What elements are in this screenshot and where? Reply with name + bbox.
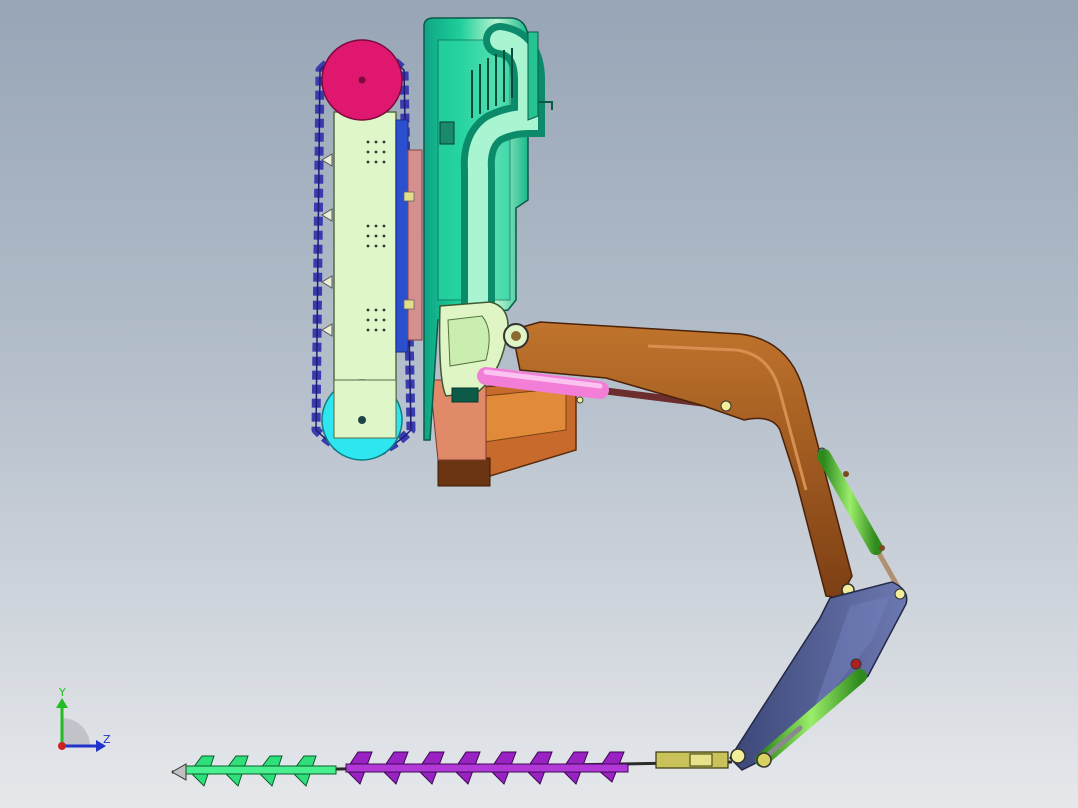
manufacturer-badge-icon <box>439 121 455 145</box>
orientation-triad: Y Z <box>56 686 111 752</box>
cad-viewport[interactable]: Y Z <box>0 0 1078 808</box>
auger-drill <box>170 751 733 787</box>
triad-z-label: Z <box>103 733 111 746</box>
auger-flight-front <box>185 755 337 787</box>
boom <box>503 321 855 599</box>
auger-flight-rear <box>345 751 629 785</box>
track-side-rail <box>395 119 409 353</box>
stick-arm <box>729 581 908 771</box>
model-canvas: Y Z <box>56 17 908 787</box>
track-rollers <box>321 153 333 337</box>
triad-y-label: Y <box>58 686 66 699</box>
auger-tip <box>170 763 187 781</box>
crawler-undercarriage <box>311 39 423 461</box>
triad-x-axis <box>58 742 66 750</box>
